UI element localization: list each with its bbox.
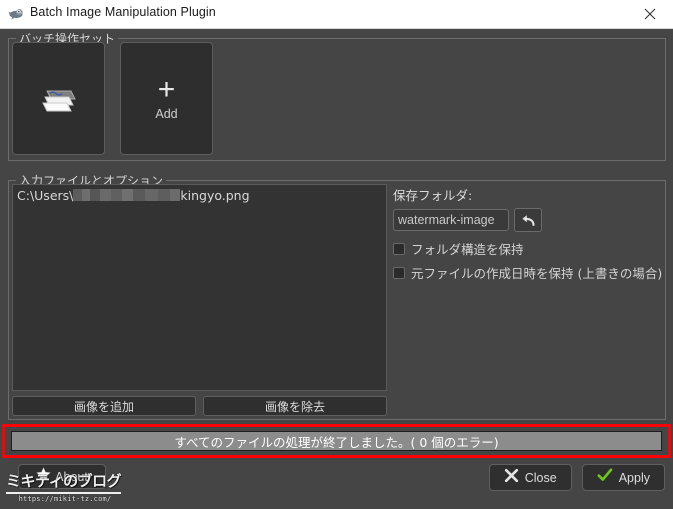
save-folder-input[interactable]: watermark-image <box>393 209 509 231</box>
status-text: すべてのファイルの処理が終了しました。( 0 個のエラー) <box>174 434 499 450</box>
file-path-prefix: C:\Users\ <box>17 188 74 203</box>
batch-operation-set-group: バッチ操作セット + Add <box>8 30 666 161</box>
file-name: kingyo.png <box>180 188 250 203</box>
add-image-button[interactable]: 画像を追加 <box>12 396 196 416</box>
window-close-button[interactable] <box>627 0 673 27</box>
checkbox-label: 元ファイルの作成日時を保持 (上書きの場合) <box>411 266 663 281</box>
apply-button[interactable]: Apply <box>581 464 665 491</box>
x-icon <box>504 468 519 488</box>
plus-icon: + <box>157 72 176 106</box>
close-button[interactable]: Close <box>488 464 572 491</box>
add-operation-label: Add <box>155 106 178 121</box>
progress-highlight-box: すべてのファイルの処理が終了しました。( 0 個のエラー) <box>2 424 671 458</box>
save-folder-label: 保存フォルダ: <box>393 188 473 203</box>
about-button[interactable]: About <box>18 464 106 489</box>
file-list[interactable]: C:\Users\ kingyo.png <box>12 184 387 391</box>
apply-label: Apply <box>618 470 650 485</box>
batch-tiles-row: + Add <box>12 42 213 155</box>
list-item[interactable]: C:\Users\ kingyo.png <box>13 185 386 203</box>
gimp-wilber-icon <box>8 6 25 22</box>
save-options-column: 保存フォルダ: watermark-image フォルダ構造を保持 元ファイルの… <box>393 185 663 287</box>
watermark-url: https://mikit-tz.com/ <box>18 495 112 503</box>
star-icon <box>36 466 51 487</box>
about-label: About <box>55 469 88 484</box>
checkbox-box[interactable] <box>393 266 405 279</box>
remove-image-button[interactable]: 画像を除去 <box>203 396 387 416</box>
check-icon <box>597 468 613 488</box>
title-bar: Batch Image Manipulation Plugin <box>0 0 673 29</box>
checkbox-keep-original-timestamp[interactable]: 元ファイルの作成日時を保持 (上書きの場合) <box>393 263 663 282</box>
checkbox-label: フォルダ構造を保持 <box>411 242 524 257</box>
batch-image-manipulation-window: Batch Image Manipulation Plugin バッチ操作セット <box>0 0 673 509</box>
save-folder-row: watermark-image <box>393 208 663 232</box>
redacted-path-segment <box>73 189 181 201</box>
undo-arrow-icon[interactable] <box>514 208 542 232</box>
layer-stack-icon <box>37 76 81 121</box>
window-title: Batch Image Manipulation Plugin <box>30 5 216 19</box>
checkbox-box[interactable] <box>393 242 405 255</box>
batch-operation-tile[interactable] <box>12 42 105 155</box>
file-list-buttons: 画像を追加 画像を除去 <box>12 396 387 416</box>
progress-bar: すべてのファイルの処理が終了しました。( 0 個のエラー) <box>11 431 662 451</box>
dialog-action-buttons: Close Apply <box>488 464 665 491</box>
add-operation-tile[interactable]: + Add <box>120 42 213 155</box>
checkbox-keep-folder-structure[interactable]: フォルダ構造を保持 <box>393 239 663 258</box>
close-label: Close <box>524 470 557 485</box>
input-files-options-group: 入力ファイルとオプション C:\Users\ kingyo.png 画像を追加 画… <box>8 172 666 420</box>
